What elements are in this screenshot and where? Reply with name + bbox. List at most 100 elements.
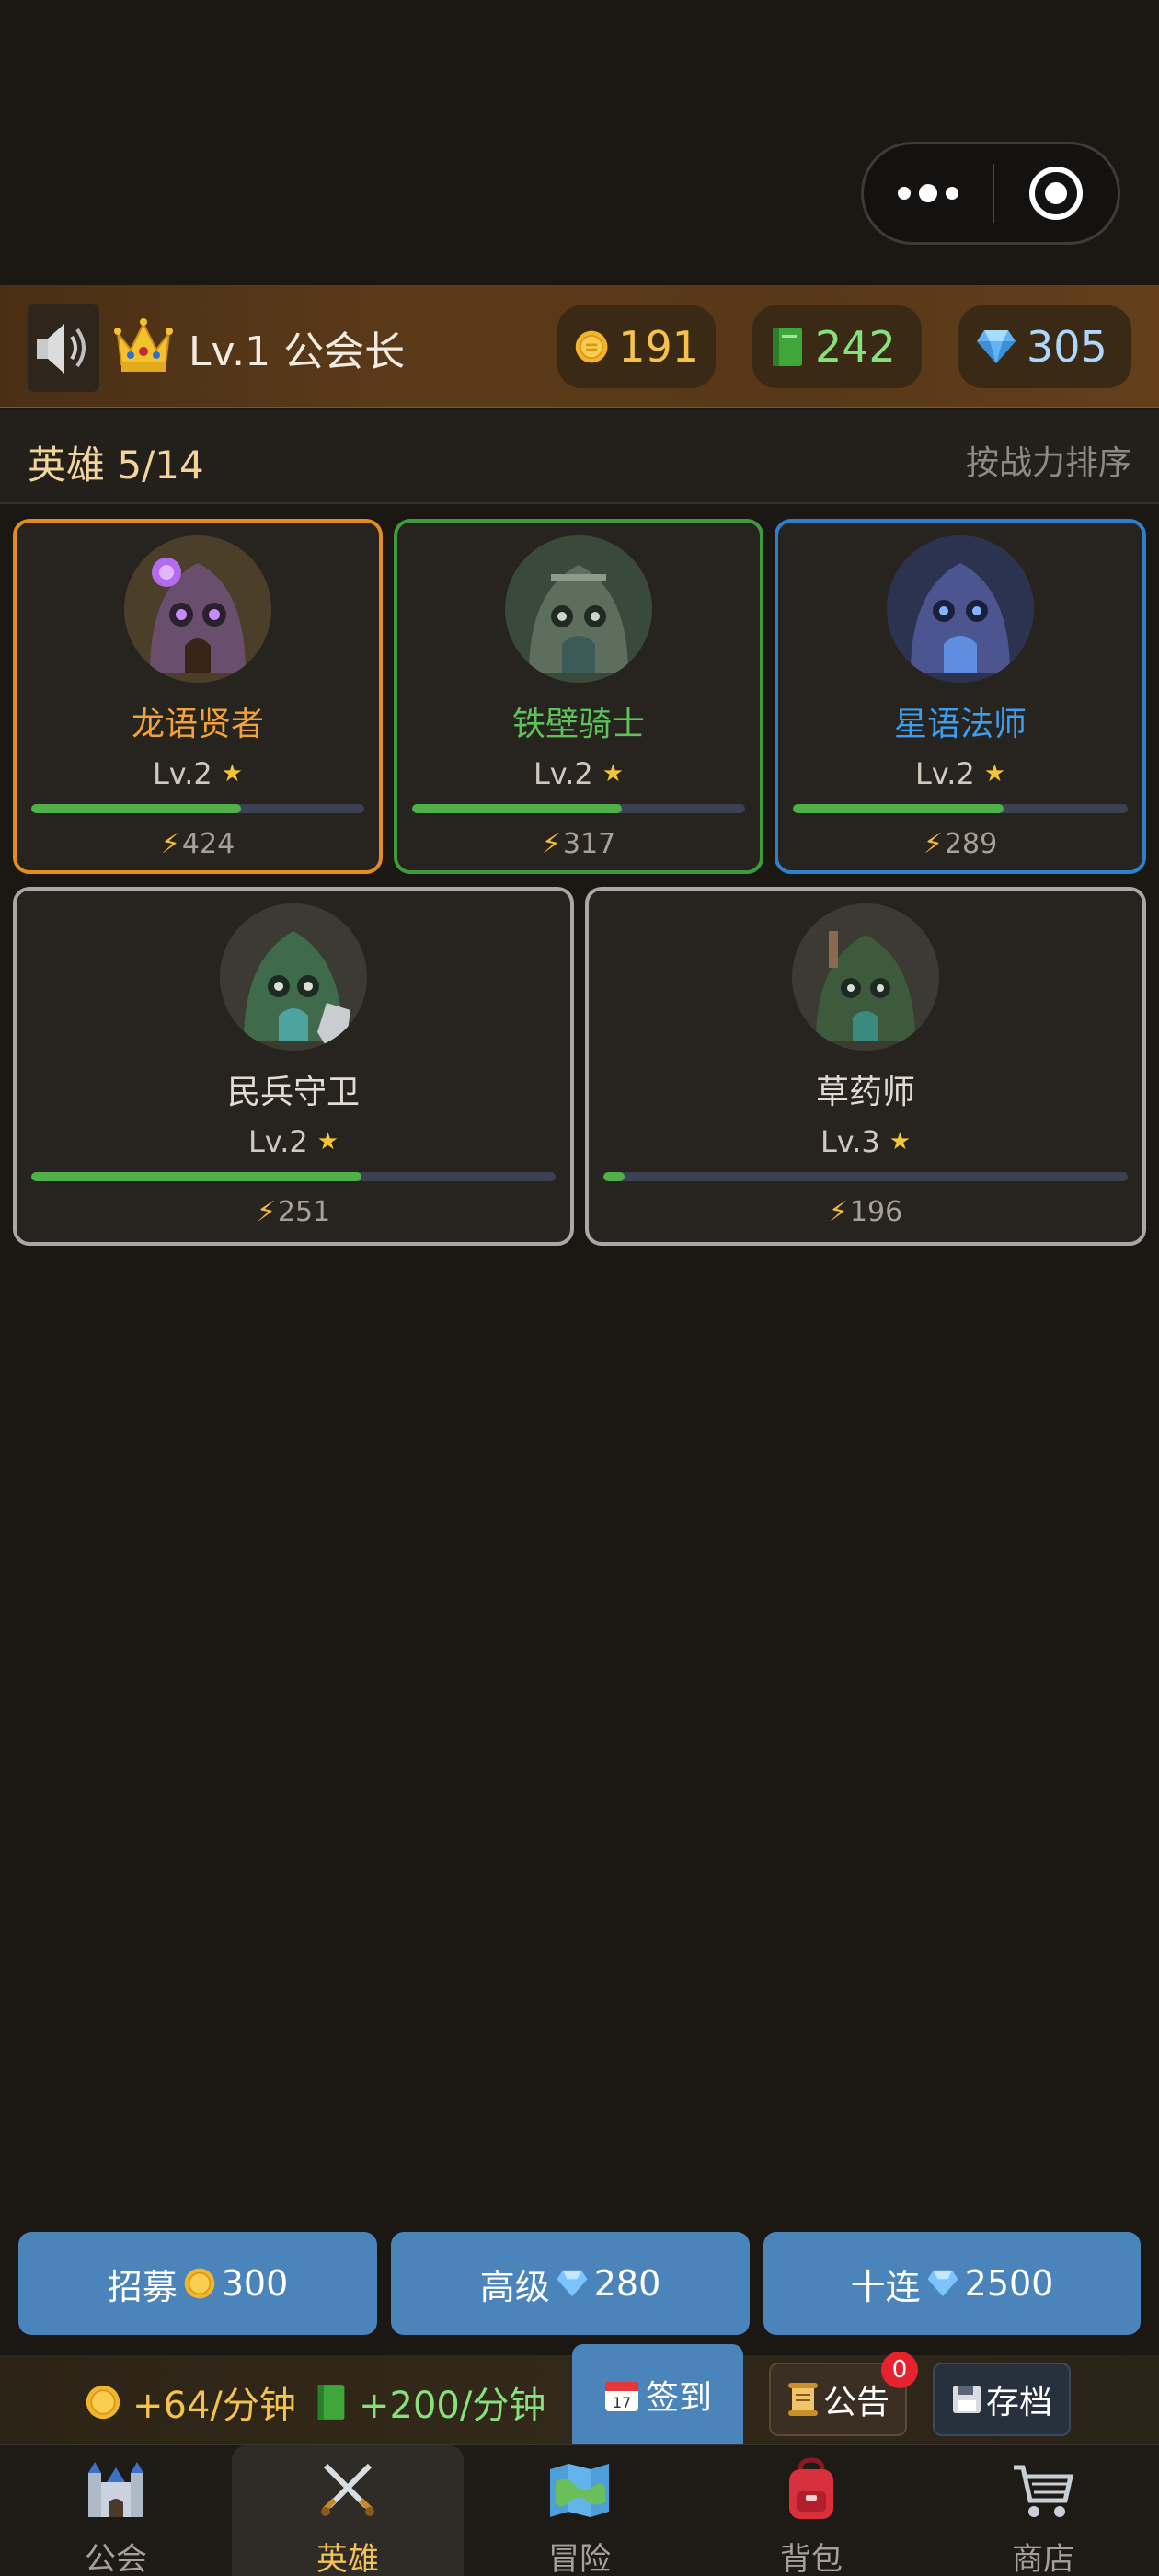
gold-coin-icon	[86, 2385, 120, 2420]
notification-badge: 0	[881, 2352, 918, 2388]
sort-by-power-button[interactable]: 按战力排序	[966, 436, 1131, 484]
green-book-icon	[773, 328, 802, 366]
hero-card[interactable]: 民兵守卫 Lv.2 ★ ⚡251	[13, 887, 574, 1246]
bottom-navigation: 公会 英雄 冒险 背包 商店	[0, 2444, 1159, 2576]
lightning-icon: ⚡	[256, 1196, 276, 1228]
hero-name: 铁壁骑士	[511, 706, 645, 743]
gold-counter: 191	[557, 305, 716, 388]
hero-xp-bar	[793, 804, 1128, 813]
top-status-bar: Lv.1 公会长 191 242 305	[0, 285, 1159, 408]
book-income: +200/分钟	[315, 2375, 545, 2429]
target-icon	[1029, 167, 1083, 220]
hero-xp-bar	[603, 1172, 1128, 1181]
lightning-icon: ⚡	[828, 1196, 848, 1228]
star-icon: ★	[983, 760, 1006, 788]
more-dot-icon	[946, 187, 958, 200]
save-game-button[interactable]: 存档	[933, 2363, 1071, 2436]
hero-name: 星语法师	[893, 706, 1027, 743]
hero-level: Lv.2 ★	[533, 756, 625, 791]
hero-level: Lv.2 ★	[247, 1124, 339, 1159]
hero-card[interactable]: 草药师 Lv.3 ★ ⚡196	[585, 887, 1146, 1246]
hero-portrait	[792, 903, 939, 1051]
nav-label: 商店	[1012, 2541, 1074, 2576]
diamond-icon	[557, 2270, 588, 2297]
castle-icon	[88, 2462, 143, 2517]
hero-card[interactable]: 龙语贤者 Lv.2 ★ ⚡424	[13, 519, 383, 874]
more-options-button[interactable]	[864, 144, 993, 242]
income-bar: +64/分钟 +200/分钟 17 签到 公告 0 存档	[0, 2344, 1159, 2445]
hero-portrait	[220, 903, 367, 1051]
diamond-icon	[927, 2270, 958, 2297]
checkin-label: 签到	[645, 2379, 712, 2417]
hero-portrait	[505, 535, 652, 683]
nav-label: 英雄	[316, 2541, 379, 2576]
save-label: 存档	[985, 2384, 1052, 2421]
star-icon: ★	[602, 760, 625, 788]
green-book-icon	[317, 2385, 345, 2420]
nav-item-heroes[interactable]: 英雄	[232, 2445, 464, 2576]
hero-card[interactable]: 铁壁骑士 Lv.2 ★ ⚡317	[394, 519, 763, 874]
hero-name: 龙语贤者	[131, 706, 264, 743]
advanced-recruit-button[interactable]: 高级 280	[391, 2232, 750, 2335]
more-dot-icon	[919, 184, 937, 202]
star-icon: ★	[221, 760, 244, 788]
hero-level: Lv.2 ★	[914, 756, 1006, 791]
sound-toggle-button[interactable]	[28, 304, 99, 392]
hero-power: ⚡289	[923, 828, 998, 860]
recruit-cost: 300	[221, 2263, 289, 2304]
hero-card[interactable]: 星语法师 Lv.2 ★ ⚡289	[775, 519, 1146, 874]
gem-counter: 305	[958, 305, 1131, 388]
daily-checkin-button[interactable]: 17 签到	[572, 2344, 743, 2445]
star-icon: ★	[889, 1128, 912, 1156]
gold-coin-icon	[184, 2268, 215, 2299]
hero-xp-bar	[412, 804, 745, 813]
calendar-icon: 17	[604, 2382, 638, 2411]
hero-power: ⚡317	[541, 828, 616, 860]
nav-item-guild[interactable]: 公会	[0, 2445, 232, 2576]
scroll-icon	[787, 2383, 818, 2416]
nav-item-adventure[interactable]: 冒险	[464, 2445, 695, 2576]
backpack-icon	[789, 2457, 833, 2519]
announcement-label: 公告	[822, 2384, 889, 2421]
hero-portrait	[887, 535, 1034, 683]
hero-power: ⚡424	[160, 828, 235, 860]
miniprogram-capsule	[861, 142, 1120, 245]
hero-portrait	[124, 535, 271, 683]
ten-pull-recruit-button[interactable]: 十连 2500	[763, 2232, 1141, 2335]
lightning-icon: ⚡	[160, 828, 180, 860]
close-miniprogram-button[interactable]	[994, 144, 1118, 242]
recruit-cost: 2500	[964, 2263, 1054, 2304]
hero-power: ⚡196	[828, 1196, 903, 1228]
map-icon	[550, 2464, 609, 2517]
crown-icon	[114, 318, 173, 372]
recruit-label: 招募	[107, 2266, 178, 2307]
more-dot-icon	[898, 187, 911, 200]
gold-coin-icon	[575, 330, 608, 363]
hero-xp-bar	[31, 1172, 556, 1181]
book-counter: 242	[752, 305, 922, 388]
shopping-cart-icon	[1014, 2465, 1074, 2517]
guild-rank-label: Lv.1 公会长	[189, 328, 406, 375]
nav-label: 公会	[85, 2541, 147, 2576]
hero-list-header: 英雄 5/14 按战力排序	[0, 410, 1159, 504]
recruit-button[interactable]: 招募 300	[18, 2232, 377, 2335]
lightning-icon: ⚡	[541, 828, 561, 860]
floppy-disk-icon	[952, 2386, 981, 2413]
hero-name: 民兵守卫	[226, 1074, 360, 1111]
hero-level: Lv.2 ★	[152, 756, 244, 791]
recruit-label: 高级	[479, 2266, 550, 2307]
hero-power: ⚡251	[256, 1196, 331, 1228]
nav-item-shop[interactable]: 商店	[927, 2445, 1159, 2576]
speaker-icon	[37, 324, 86, 374]
hero-name: 草药师	[815, 1074, 915, 1111]
svg-text:17: 17	[613, 2394, 631, 2411]
gem-amount: 305	[1027, 322, 1107, 372]
book-income-rate: +200/分钟	[359, 2385, 546, 2427]
star-icon: ★	[316, 1128, 339, 1156]
diamond-icon	[977, 330, 1016, 363]
lightning-icon: ⚡	[923, 828, 943, 860]
nav-item-backpack[interactable]: 背包	[695, 2445, 927, 2576]
nav-label: 冒险	[548, 2541, 611, 2576]
gold-income: +64/分钟	[85, 2375, 296, 2429]
gold-income-rate: +64/分钟	[132, 2385, 296, 2427]
